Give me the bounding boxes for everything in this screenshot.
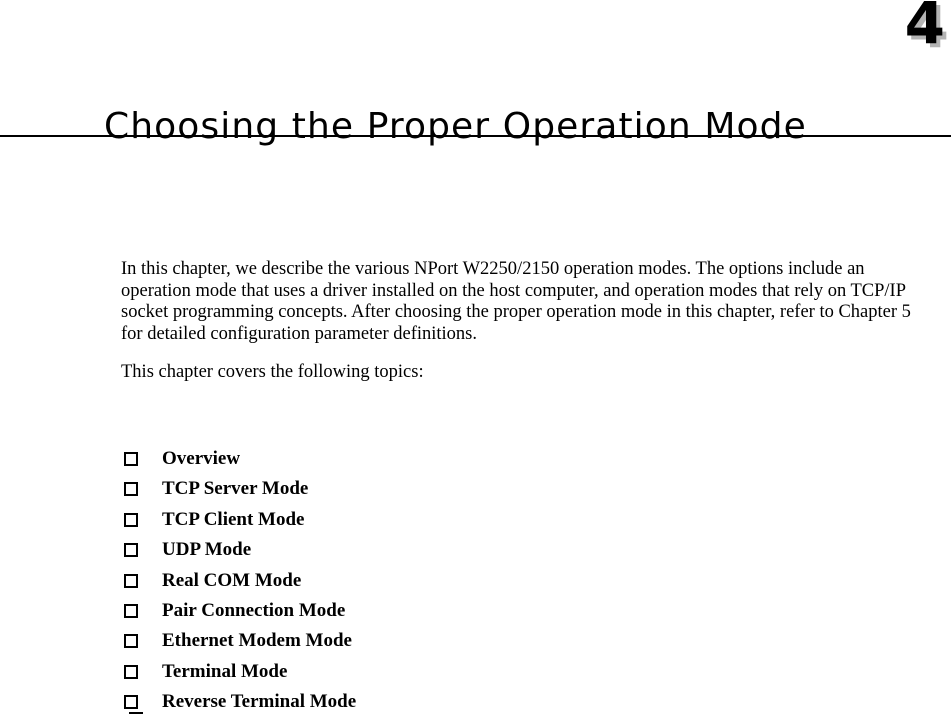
topic-label: Reverse Terminal Mode	[162, 691, 357, 713]
square-bullet-icon	[124, 664, 143, 684]
list-item[interactable]: UDP Mode	[121, 537, 721, 567]
list-item[interactable]: TCP Client Mode	[121, 507, 721, 537]
square-bullet-icon	[124, 482, 143, 502]
square-bullet-icon	[124, 634, 143, 654]
square-bullet-icon	[124, 695, 143, 715]
topic-label: Ethernet Modem Mode	[162, 630, 352, 652]
list-item[interactable]: Ethernet Modem Mode	[121, 628, 721, 658]
list-item[interactable]: Reverse Terminal Mode	[121, 689, 721, 719]
topic-label: TCP Server Mode	[162, 478, 309, 500]
body-content: In this chapter, we describe the various…	[121, 259, 937, 384]
page-title: Choosing the Proper Operation Mode	[104, 106, 807, 148]
square-bullet-icon	[124, 573, 143, 593]
topic-label: UDP Mode	[162, 539, 252, 561]
chapter-number: 4	[904, 0, 945, 57]
topic-label: Real COM Mode	[162, 569, 302, 591]
square-bullet-icon	[124, 452, 143, 471]
topic-label: Terminal Mode	[162, 660, 288, 682]
document-page: 4 Choosing the Proper Operation Mode In …	[0, 0, 951, 715]
list-item[interactable]: TCP Server Mode	[121, 476, 721, 506]
list-item[interactable]: Real COM Mode	[121, 568, 721, 598]
topic-label: TCP Client Mode	[162, 508, 305, 530]
list-item[interactable]: Terminal Mode	[121, 659, 721, 689]
list-item[interactable]: Overview	[121, 446, 721, 476]
square-bullet-icon	[124, 512, 143, 532]
list-item[interactable]: Pair Connection Mode	[121, 598, 721, 628]
topic-list: Overview TCP Server Mode TCP Client Mode…	[121, 446, 721, 720]
topics-lead-text: This chapter covers the following topics…	[121, 362, 424, 382]
topic-label: Pair Connection Mode	[162, 599, 346, 621]
header-divider	[0, 135, 951, 137]
square-bullet-icon	[124, 603, 143, 623]
square-bullet-icon	[124, 543, 143, 563]
intro-paragraph: In this chapter, we describe the various…	[121, 259, 911, 344]
topic-label: Overview	[162, 448, 241, 469]
